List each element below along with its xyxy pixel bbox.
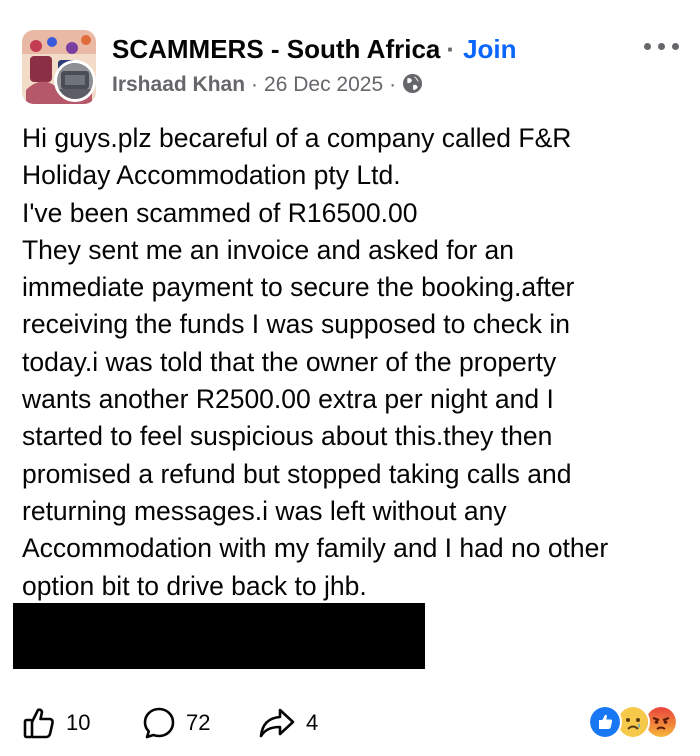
globe-icon [402, 73, 423, 94]
more-dot-icon [644, 43, 651, 50]
post-header: SCAMMERS - South Africa · Join Irshaad Kha… [0, 0, 700, 122]
share-count: 4 [306, 710, 319, 735]
title-separator: · [446, 34, 456, 64]
meta-separator: · [251, 73, 259, 96]
group-title-line: SCAMMERS - South Africa · Join [112, 32, 517, 66]
more-dot-icon [672, 43, 679, 50]
meta-separator: · [389, 73, 397, 96]
author-name-link[interactable]: Irshaad Khan [112, 73, 245, 96]
redacted-block [13, 603, 425, 669]
like-count: 10 [66, 710, 91, 735]
action-bar: 10 72 4 [0, 690, 700, 756]
comment-count: 72 [186, 710, 211, 735]
more-options-button[interactable] [640, 34, 684, 58]
author-avatar[interactable] [54, 60, 96, 102]
reactions-summary[interactable] [588, 705, 684, 741]
post-text: Hi guys.plz becareful of a company calle… [22, 123, 609, 601]
post-meta: Irshaad Khan · 26 Dec 2025 · [112, 70, 423, 100]
share-icon [258, 706, 296, 740]
group-name-link[interactable]: SCAMMERS - South Africa [112, 34, 440, 64]
like-reaction-icon [588, 705, 622, 739]
comment-icon [142, 706, 176, 740]
like-button[interactable]: 10 [22, 706, 90, 740]
more-dot-icon [658, 43, 665, 50]
post-date-link[interactable]: 26 Dec 2025 [264, 73, 383, 96]
join-button[interactable]: Join [463, 34, 516, 64]
share-button[interactable]: 4 [258, 706, 318, 740]
comment-button[interactable]: 72 [142, 706, 210, 740]
thumbs-up-icon [22, 706, 56, 740]
